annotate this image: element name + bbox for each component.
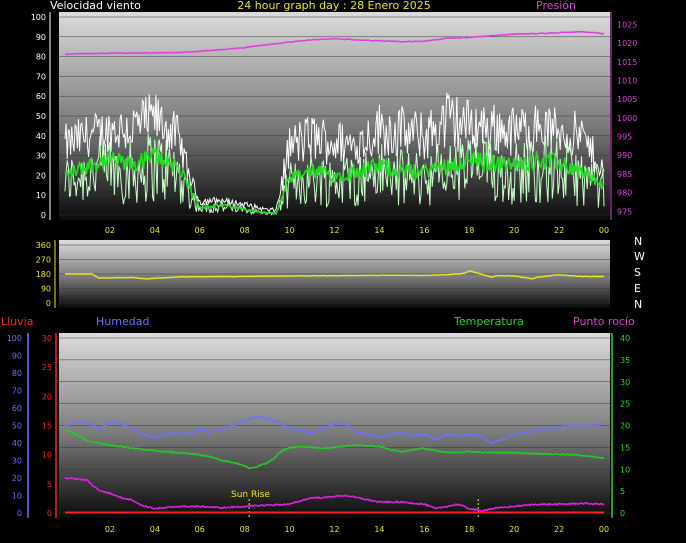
graph-title: 24 hour graph day : 28 Enero 2025: [237, 0, 431, 12]
direction-tick: 0: [46, 299, 51, 308]
compass-n-bottom: N: [634, 298, 642, 311]
time-tick: 06: [195, 525, 205, 534]
direction-tick: 90: [41, 285, 51, 294]
humidity-tick: 100: [7, 334, 22, 343]
humidity-tick: 50: [12, 422, 22, 431]
time-tick: 22: [554, 226, 564, 235]
humidity-tick: 0: [17, 509, 22, 518]
humidity-tick: 80: [12, 369, 22, 378]
wind-tick: 70: [36, 72, 46, 81]
pressure-tick: 1020: [617, 39, 637, 48]
time-tick: 18: [464, 525, 474, 534]
rain-tick: 15: [42, 422, 52, 431]
temperature-tick: 0: [620, 509, 625, 518]
time-tick: 02: [105, 525, 115, 534]
humidity-tick: 90: [12, 352, 22, 361]
wind-tick: 80: [36, 53, 46, 62]
temperature-tick: 25: [620, 400, 630, 409]
time-tick: 16: [419, 525, 429, 534]
sunrise-label: Sun Rise: [231, 490, 270, 500]
temperature-tick: 30: [620, 378, 630, 387]
temperature-title: Temperatura: [453, 315, 524, 328]
direction-tick: 180: [36, 270, 51, 279]
time-tick: 08: [240, 525, 250, 534]
time-tick: 14: [374, 525, 384, 534]
pressure-tick: 975: [617, 207, 632, 216]
time-tick: 08: [240, 226, 250, 235]
pressure-tick: 985: [617, 170, 632, 179]
time-tick: 12: [329, 226, 339, 235]
pressure-title: Presión: [536, 0, 576, 12]
pressure-tick: 995: [617, 133, 632, 142]
wind-tick: 30: [36, 152, 46, 161]
wind-tick: 0: [41, 211, 46, 220]
pressure-tick: 1025: [617, 20, 637, 29]
compass-n-top: N: [634, 235, 642, 248]
pressure-tick: 1000: [617, 114, 637, 123]
wind-tick: 40: [36, 132, 46, 141]
time-tick: 04: [150, 226, 160, 235]
humidity-tick: 60: [12, 404, 22, 413]
rain-tick: 20: [42, 392, 52, 401]
time-tick: 22: [554, 525, 564, 534]
time-tick: 12: [329, 525, 339, 534]
wind-tick: 100: [31, 13, 46, 22]
pressure-tick: 1010: [617, 77, 637, 86]
rain-tick: 10: [42, 451, 52, 460]
rain-tick: 5: [47, 480, 52, 489]
wind-tick: 20: [36, 171, 46, 180]
temperature-tick: 20: [620, 422, 630, 431]
time-tick: 10: [284, 226, 294, 235]
humidity-tick: 10: [12, 492, 22, 501]
time-tick: 00: [599, 525, 609, 534]
dewpoint-title: Punto rocío: [573, 315, 635, 328]
wind-title: Velocidad viento: [50, 0, 141, 12]
rain-title: Lluvia: [1, 315, 33, 328]
compass-e: E: [634, 282, 641, 295]
humidity-tick: 30: [12, 457, 22, 466]
humidity-title: Humedad: [96, 315, 149, 328]
time-tick: 00: [599, 226, 609, 235]
temperature-tick: 10: [620, 465, 630, 474]
time-tick: 10: [284, 525, 294, 534]
time-tick: 02: [105, 226, 115, 235]
wind-tick: 10: [36, 191, 46, 200]
time-tick: 04: [150, 525, 160, 534]
time-tick: 20: [509, 525, 519, 534]
time-tick: 06: [195, 226, 205, 235]
compass-s: S: [634, 266, 641, 279]
temperature-tick: 15: [620, 443, 630, 452]
weather-graph: 0102030405060708090100975980985990995100…: [1, 0, 645, 534]
temperature-tick: 35: [620, 356, 630, 365]
wind-tick: 50: [36, 112, 46, 121]
humidity-tick: 40: [12, 439, 22, 448]
time-tick: 16: [419, 226, 429, 235]
pressure-tick: 1015: [617, 58, 637, 67]
time-tick: 18: [464, 226, 474, 235]
time-tick: 14: [374, 226, 384, 235]
time-tick: 20: [509, 226, 519, 235]
humidity-tick: 70: [12, 387, 22, 396]
wind-tick: 90: [36, 33, 46, 42]
pressure-tick: 980: [617, 189, 632, 198]
humidity-tick: 20: [12, 474, 22, 483]
wind-tick: 60: [36, 92, 46, 101]
rain-tick: 0: [47, 509, 52, 518]
direction-tick: 270: [36, 256, 51, 265]
compass-w: W: [634, 250, 645, 263]
pressure-tick: 1005: [617, 95, 637, 104]
rain-tick: 25: [42, 363, 52, 372]
direction-tick: 360: [36, 241, 51, 250]
temperature-tick: 5: [620, 487, 625, 496]
pressure-tick: 990: [617, 151, 632, 160]
temperature-tick: 40: [620, 334, 630, 343]
rain-tick: 30: [42, 334, 52, 343]
